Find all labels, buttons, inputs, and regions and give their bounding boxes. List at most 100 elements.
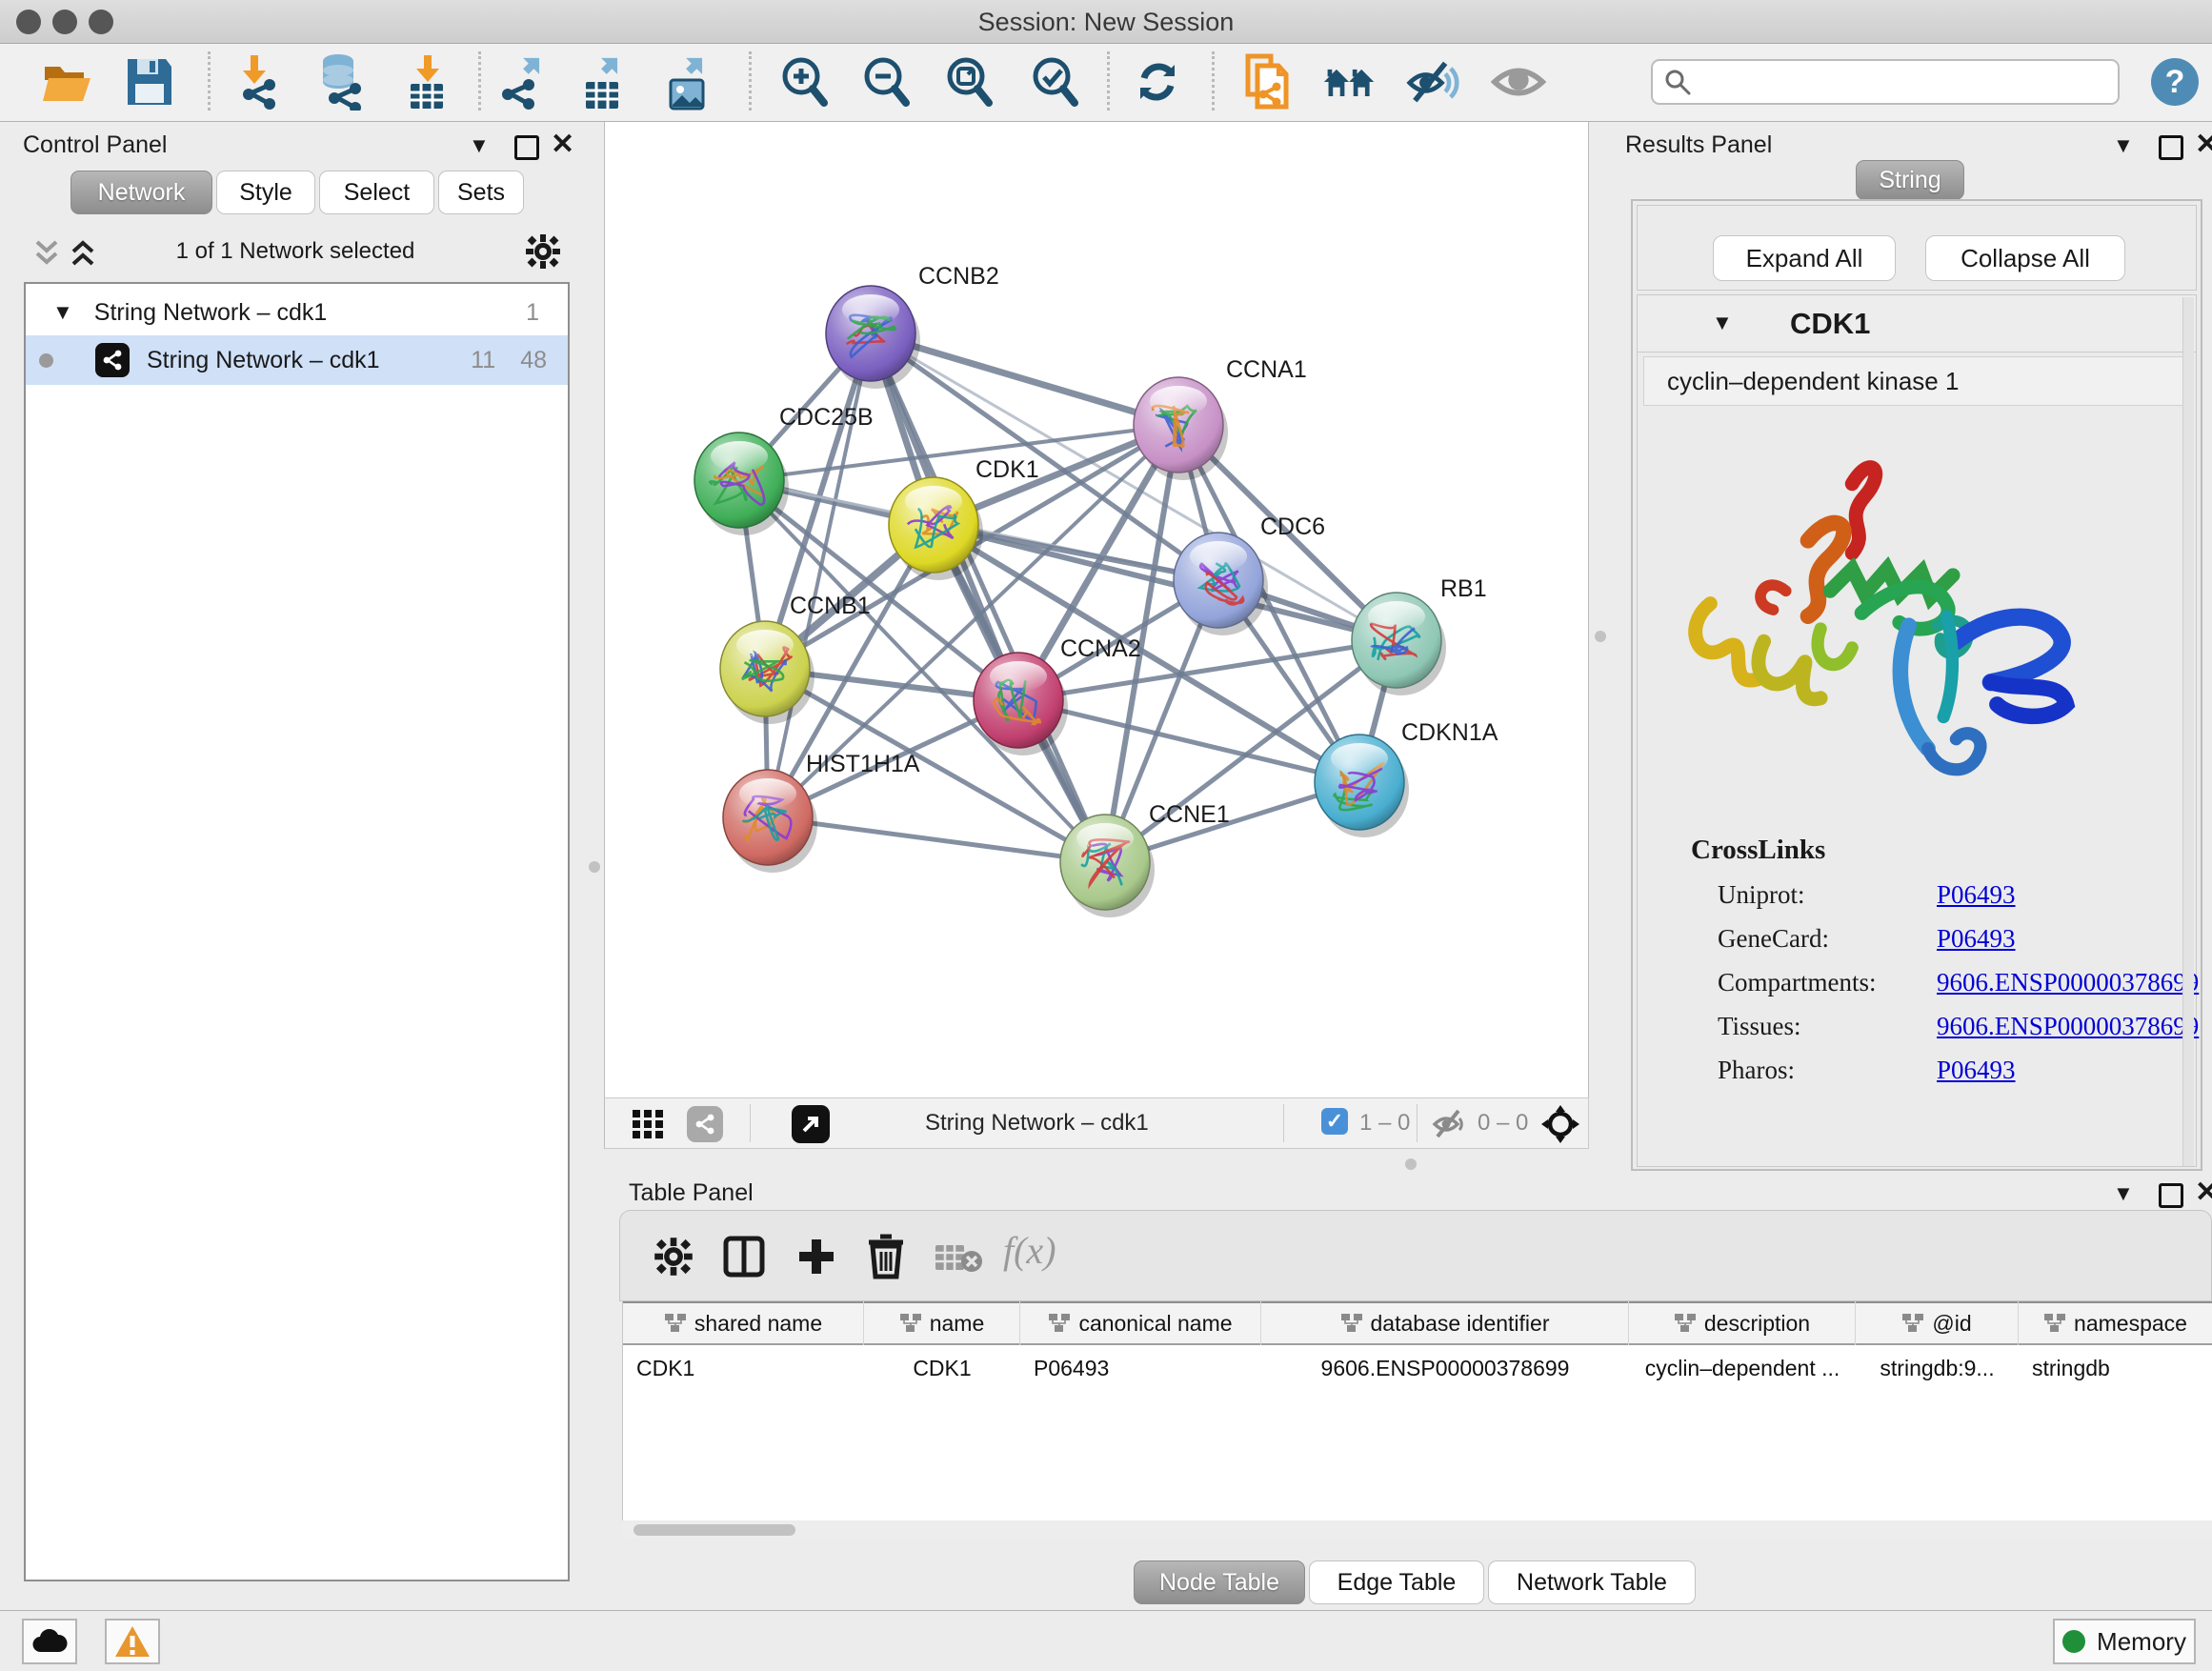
birdseye-view-button[interactable]	[632, 1109, 664, 1139]
hide-selected-button[interactable]	[1406, 48, 1461, 116]
import-table-button[interactable]	[400, 48, 455, 116]
column-header-canonical-name[interactable]: canonical name	[1020, 1301, 1261, 1345]
export-table-button[interactable]	[577, 48, 633, 116]
selected-checkbox[interactable]: ✓	[1321, 1108, 1348, 1135]
collapse-all-button[interactable]: Collapse All	[1925, 235, 2125, 281]
network-collection-row[interactable]: ▼ String Network – cdk1 1	[26, 292, 568, 333]
table-cell[interactable]: P06493	[1020, 1349, 1261, 1387]
results-panel-maximize-button[interactable]	[2159, 135, 2183, 160]
add-column-button[interactable]	[795, 1236, 837, 1278]
home-network-button[interactable]	[1322, 48, 1377, 116]
zoom-selected-button[interactable]	[1026, 48, 1081, 116]
table-horizontal-scrollbar[interactable]	[622, 1522, 2212, 1538]
control-panel-maximize-button[interactable]	[514, 135, 539, 160]
table-cell[interactable]: CDK1	[864, 1349, 1020, 1387]
network-canvas[interactable]: CCNB2CCNA1CDC25BCDK1CDC6RB1CCNB1CCNA2CDK…	[604, 122, 1589, 1097]
bottom-splitter-handle[interactable]	[1405, 1158, 1417, 1170]
tab-sets[interactable]: Sets	[438, 171, 524, 214]
table-panel-float-button[interactable]: ▼	[2113, 1181, 2134, 1206]
control-panel-float-button[interactable]: ▼	[469, 133, 490, 158]
eye-icon	[1491, 57, 1546, 107]
expand-all-networks-button[interactable]	[69, 238, 97, 271]
search-input[interactable]	[1699, 69, 2099, 95]
crosslink-pharos[interactable]: P06493	[1937, 1056, 2016, 1085]
search-field[interactable]	[1651, 59, 2120, 105]
network-view-title: String Network – cdk1	[925, 1110, 1149, 1137]
table-cell[interactable]: cyclin–dependent ...	[1629, 1349, 1856, 1387]
network-selection-status: 1 of 1 Network selected	[105, 238, 486, 265]
control-panel-close-button[interactable]: ✕	[551, 128, 574, 161]
import-network-button[interactable]	[229, 48, 284, 116]
column-header--id[interactable]: @id	[1856, 1301, 2019, 1345]
zoom-out-button[interactable]	[857, 48, 913, 116]
tab-network-table[interactable]: Network Table	[1488, 1560, 1696, 1604]
tab-network[interactable]: Network	[70, 171, 212, 214]
double-chevron-up-icon	[69, 238, 97, 271]
export-network-button[interactable]	[499, 48, 554, 116]
crosslink-uniprot[interactable]: P06493	[1937, 880, 2016, 910]
column-header-shared-name[interactable]: shared name	[623, 1301, 864, 1345]
share-document-button[interactable]	[1240, 48, 1296, 116]
fit-content-button[interactable]	[1540, 1104, 1580, 1144]
tab-style[interactable]: Style	[216, 171, 315, 214]
tab-node-table[interactable]: Node Table	[1134, 1560, 1305, 1604]
column-header-description[interactable]: description	[1629, 1301, 1856, 1345]
network-row-selected[interactable]: String Network – cdk1 11 48	[26, 335, 568, 385]
network-node-count: 11	[471, 347, 495, 374]
refresh-button[interactable]	[1130, 48, 1185, 116]
tab-edge-table[interactable]: Edge Table	[1309, 1560, 1484, 1604]
memory-button[interactable]: Memory	[2053, 1619, 2196, 1664]
table-cell[interactable]: stringdb	[2019, 1349, 2212, 1387]
help-button[interactable]: ?	[2149, 56, 2201, 108]
export-image-button[interactable]	[662, 48, 717, 116]
right-splitter-handle[interactable]	[1595, 631, 1606, 642]
table-panel-title: Table Panel	[629, 1179, 754, 1207]
results-panel-close-button[interactable]: ✕	[2195, 128, 2212, 161]
column-type-icon	[2043, 1313, 2066, 1334]
scrollbar-thumb[interactable]	[633, 1524, 795, 1536]
tab-select[interactable]: Select	[319, 171, 434, 214]
zoom-in-button[interactable]	[775, 48, 831, 116]
collection-expand-arrow[interactable]: ▼	[52, 300, 73, 325]
table-cell[interactable]: CDK1	[623, 1349, 864, 1387]
show-columns-button[interactable]	[723, 1236, 765, 1278]
column-header-name[interactable]: name	[864, 1301, 1020, 1345]
crosslink-tissues[interactable]: 9606.ENSP00000378699	[1937, 1012, 2199, 1041]
network-label: String Network – cdk1	[147, 347, 380, 374]
open-in-browser-button[interactable]	[792, 1105, 830, 1143]
table-panel-close-button[interactable]: ✕	[2195, 1176, 2212, 1209]
collapse-all-networks-button[interactable]	[32, 238, 61, 271]
import-network-from-database-button[interactable]	[311, 48, 366, 116]
results-panel-float-button[interactable]: ▼	[2113, 133, 2134, 158]
results-panel-title: Results Panel	[1625, 131, 1772, 159]
results-scrollbar[interactable]	[2182, 297, 2194, 1166]
toolbar-separator	[749, 51, 752, 111]
gene-entry-header[interactable]: ▼ CDK1	[1638, 295, 2196, 352]
cloud-status-button[interactable]	[22, 1619, 77, 1664]
table-cell[interactable]: 9606.ENSP00000378699	[1261, 1349, 1629, 1387]
network-options-button[interactable]	[524, 232, 562, 271]
open-session-button[interactable]	[40, 48, 95, 116]
share-icon	[694, 1113, 716, 1136]
crosslink-genecard[interactable]: P06493	[1937, 924, 2016, 954]
table-cell[interactable]: stringdb:9...	[1856, 1349, 2019, 1387]
expand-all-button[interactable]: Expand All	[1713, 235, 1896, 281]
warnings-button[interactable]	[105, 1619, 160, 1664]
function-builder-button[interactable]: f(x)	[1003, 1228, 1056, 1273]
table-panel-maximize-button[interactable]	[2159, 1183, 2183, 1208]
tab-string[interactable]: String	[1856, 160, 1964, 200]
crosslink-compartments[interactable]: 9606.ENSP00000378699	[1937, 968, 2199, 997]
gene-collapse-arrow[interactable]: ▼	[1712, 311, 1733, 335]
delete-column-button[interactable]	[866, 1234, 906, 1279]
selected-count: 1 – 0	[1359, 1110, 1410, 1137]
show-all-button[interactable]	[1491, 48, 1546, 116]
save-session-button[interactable]	[122, 48, 177, 116]
table-options-button[interactable]	[653, 1236, 694, 1278]
left-splitter-handle[interactable]	[589, 861, 600, 873]
column-header-database-identifier[interactable]: database identifier	[1261, 1301, 1629, 1345]
plus-icon	[795, 1236, 837, 1278]
zoom-fit-button[interactable]	[940, 48, 995, 116]
column-header-namespace[interactable]: namespace	[2019, 1301, 2212, 1345]
delete-table-button[interactable]	[935, 1241, 984, 1276]
hidden-toggle[interactable]	[1432, 1108, 1468, 1140]
